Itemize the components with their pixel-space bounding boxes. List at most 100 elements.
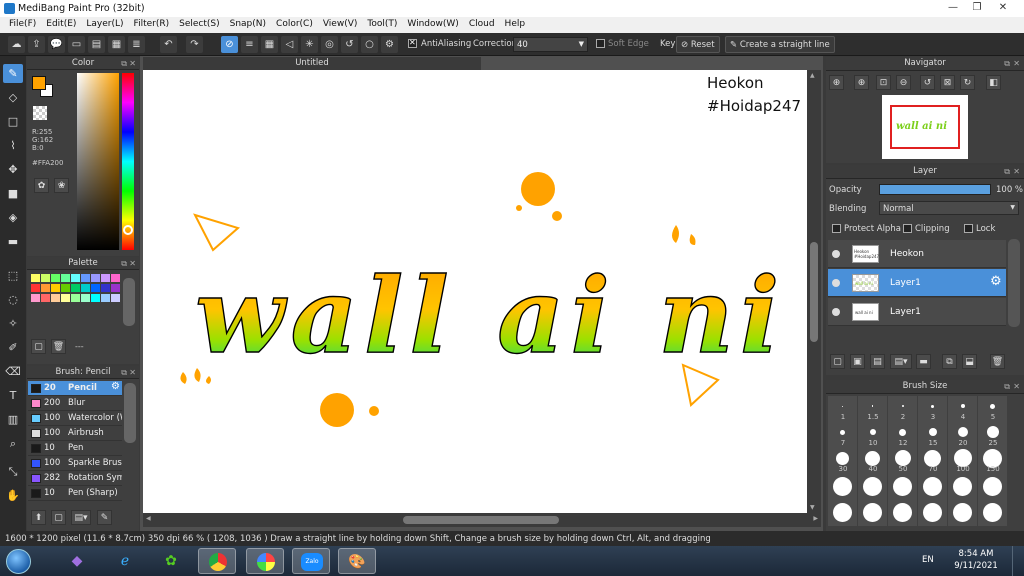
correction-select[interactable]: 40 ▼: [513, 37, 588, 52]
select-eraser-icon[interactable]: ⌫: [3, 362, 23, 381]
close-icon[interactable]: ✕: [129, 366, 136, 379]
layer-menu-icon[interactable]: ▤▾: [890, 354, 912, 369]
select-pen-icon[interactable]: ✐: [3, 338, 23, 357]
text-tool-icon[interactable]: T: [3, 386, 23, 405]
palette-swatch[interactable]: [41, 284, 50, 292]
list-icon[interactable]: ≣: [128, 36, 145, 53]
visual-studio-icon[interactable]: ◆: [58, 548, 96, 574]
add-brush-icon[interactable]: ⬆: [31, 510, 46, 525]
paint-palette-icon[interactable]: 🎨: [338, 548, 376, 574]
move-tool-icon[interactable]: ✥: [3, 160, 23, 179]
menu-color[interactable]: Color(C): [271, 17, 318, 33]
layer-row[interactable]: Heokon #Hoidap247 Heokon: [828, 240, 1006, 268]
brush-size-cell[interactable]: [858, 474, 887, 500]
curve-snap-icon[interactable]: ↺: [341, 36, 358, 53]
popout-icon[interactable]: ⧉: [1004, 380, 1010, 393]
brush-scrollbar[interactable]: [124, 383, 136, 443]
parallel-snap-icon[interactable]: ≡: [241, 36, 258, 53]
medibang-taskbar-icon[interactable]: [246, 548, 284, 574]
palette-swatch[interactable]: [41, 274, 50, 282]
visibility-icon[interactable]: [832, 279, 840, 287]
clock[interactable]: 8:54 AM 9/11/2021: [952, 548, 1000, 572]
brush-size-cell[interactable]: 25: [978, 422, 1007, 448]
reset-rotation-icon[interactable]: ⊠: [940, 75, 955, 90]
palette-swatch[interactable]: [81, 274, 90, 282]
popout-icon[interactable]: ⧉: [121, 366, 127, 379]
new-layer-icon[interactable]: ▢: [830, 354, 845, 369]
clipping-checkbox[interactable]: [903, 224, 912, 233]
brush-size-cell[interactable]: [888, 500, 917, 526]
brush-size-cell[interactable]: 20: [948, 422, 977, 448]
select-tool-icon[interactable]: ⬚: [3, 266, 23, 285]
popout-icon[interactable]: ⧉: [121, 57, 127, 70]
menu-tool[interactable]: Tool(T): [362, 17, 402, 33]
menu-layer[interactable]: Layer(L): [81, 17, 128, 33]
show-desktop-button[interactable]: [1012, 546, 1024, 576]
color-set-icon[interactable]: ❀: [54, 178, 69, 193]
brush-size-cell[interactable]: 100: [948, 448, 977, 474]
protect-alpha-checkbox[interactable]: [832, 224, 841, 233]
cloud-icon[interactable]: ☁: [8, 36, 25, 53]
palette-swatch[interactable]: [31, 274, 40, 282]
brush-size-cell[interactable]: 1.5: [858, 396, 887, 422]
brush-size-cell[interactable]: [948, 500, 977, 526]
drawing-canvas[interactable]: wall ai ni Heokon #Hoidap247: [143, 70, 807, 513]
close-icon[interactable]: ✕: [129, 57, 136, 70]
brush-size-cell[interactable]: 4: [948, 396, 977, 422]
palette-swatch[interactable]: [71, 284, 80, 292]
soft-edge-checkbox[interactable]: [596, 39, 605, 48]
palette-swatch[interactable]: [51, 284, 60, 292]
color-wheel-icon[interactable]: ✿: [34, 178, 49, 193]
palette-swatch[interactable]: [51, 274, 60, 282]
palette-swatch[interactable]: [91, 274, 100, 282]
brush-item[interactable]: 20 Pencil ⚙: [28, 381, 122, 396]
menu-window[interactable]: Window(W): [402, 17, 463, 33]
rotate-right-icon[interactable]: ↻: [960, 75, 975, 90]
material-icon[interactable]: ▦: [108, 36, 125, 53]
fit-icon[interactable]: ⊡: [876, 75, 891, 90]
brush-size-cell[interactable]: 3: [918, 396, 947, 422]
delete-layer-icon[interactable]: 🗑: [990, 354, 1005, 369]
straight-line-button[interactable]: ✎ Create a straight line: [725, 36, 835, 53]
vertical-scrollbar[interactable]: ▲ ▼: [807, 70, 821, 513]
redo-icon[interactable]: ↷: [186, 36, 203, 53]
flip-icon[interactable]: ◧: [986, 75, 1001, 90]
concentric-snap-icon[interactable]: ◎: [321, 36, 338, 53]
palette-swatch[interactable]: [111, 284, 120, 292]
palette-swatch[interactable]: [91, 294, 100, 302]
palette-swatch[interactable]: [81, 284, 90, 292]
chrome-icon[interactable]: [198, 548, 236, 574]
blending-select[interactable]: Normal ▼: [879, 201, 1019, 215]
menu-file[interactable]: File(F): [4, 17, 41, 33]
lock-checkbox[interactable]: [964, 224, 973, 233]
menu-select[interactable]: Select(S): [174, 17, 225, 33]
popout-icon[interactable]: ⧉: [1004, 165, 1010, 178]
brush-size-cell[interactable]: [978, 474, 1007, 500]
duplicate-layer-icon[interactable]: ⧉: [942, 354, 957, 369]
brush-item[interactable]: 100 Airbrush: [28, 426, 122, 441]
grid-snap-icon[interactable]: ▦: [261, 36, 278, 53]
hue-slider[interactable]: [122, 73, 134, 250]
brush-size-cell[interactable]: 1: [828, 396, 857, 422]
scroll-up-icon[interactable]: ▲: [810, 72, 815, 79]
brush-size-cell[interactable]: [918, 500, 947, 526]
coccoc-browser-icon[interactable]: ✿: [152, 548, 190, 574]
palette-scrollbar[interactable]: [123, 278, 135, 326]
palette-swatch[interactable]: [41, 294, 50, 302]
radial-snap-icon[interactable]: ✳: [301, 36, 318, 53]
gradient-tool-icon[interactable]: ▬: [3, 232, 23, 251]
gear-icon[interactable]: ⚙: [990, 274, 1002, 289]
language-indicator[interactable]: EN: [922, 555, 934, 565]
rotate-left-icon[interactable]: ↺: [920, 75, 935, 90]
start-button[interactable]: [2, 548, 36, 574]
menu-help[interactable]: Help: [500, 17, 531, 33]
popout-icon[interactable]: ⧉: [1004, 57, 1010, 70]
dot-tool-icon[interactable]: □: [3, 112, 23, 131]
brush-size-cell[interactable]: 2: [888, 396, 917, 422]
menu-snap[interactable]: Snap(N): [225, 17, 271, 33]
vertical-scroll-thumb[interactable]: [810, 242, 818, 342]
brush-size-cell[interactable]: [978, 500, 1007, 526]
brush-size-cell[interactable]: [828, 500, 857, 526]
brush-settings-icon[interactable]: ✎: [97, 510, 112, 525]
palette-swatch[interactable]: [91, 284, 100, 292]
